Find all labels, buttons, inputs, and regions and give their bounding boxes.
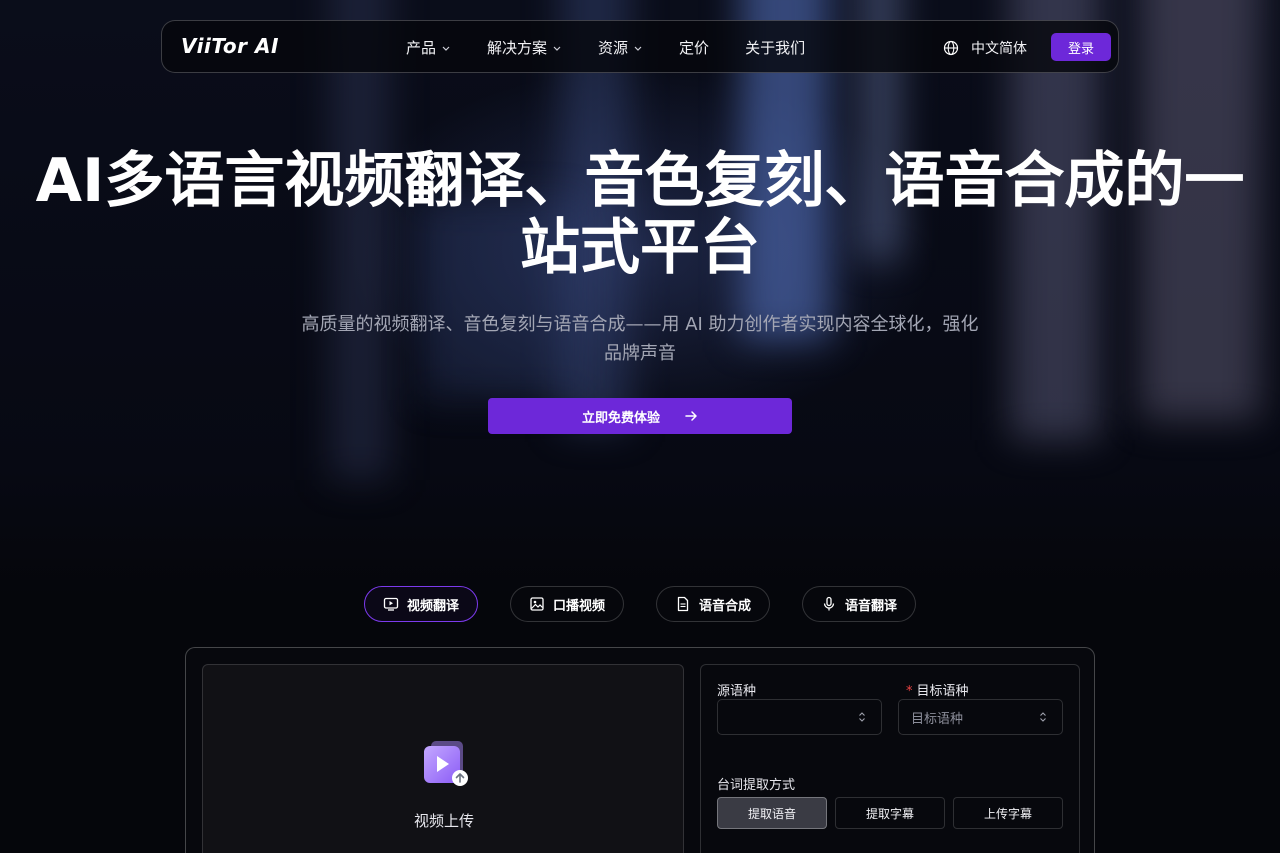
language-label: 中文简体 xyxy=(971,41,1027,57)
arrow-right-icon xyxy=(685,411,697,421)
free-trial-button[interactable]: 立即免费体验 xyxy=(488,398,792,434)
menu-item-label: 资源 xyxy=(598,39,629,57)
target-language-label: * 目标语种 xyxy=(906,680,969,699)
document-icon xyxy=(677,596,689,612)
tool-panel: 视频上传 源语种 * 目标语种 目标语种 台词提取方式 提取语音 提取字幕 上传字… xyxy=(185,647,1095,853)
tab-label: 语音合成 xyxy=(698,598,751,614)
menu-item-products[interactable]: 产品 xyxy=(406,37,451,58)
main-menu: 产品 解决方案 资源 定价 关于我们 xyxy=(406,21,841,74)
tab-label: 口播视频 xyxy=(552,598,605,614)
menu-item-label: 定价 xyxy=(679,39,710,57)
extract-subtitles-button[interactable]: 提取字幕 xyxy=(835,797,945,829)
source-language-label: 源语种 xyxy=(717,684,757,699)
tab-speech-synthesis[interactable]: 语音合成 xyxy=(656,586,770,622)
extract-audio-button[interactable]: 提取语音 xyxy=(717,797,827,829)
upload-subtitles-button[interactable]: 上传字幕 xyxy=(953,797,1063,829)
free-trial-label: 立即免费体验 xyxy=(581,410,660,426)
chevron-down-icon xyxy=(553,46,561,51)
menu-item-pricing[interactable]: 定价 xyxy=(679,37,709,58)
login-button[interactable]: 登录 xyxy=(1051,33,1111,61)
source-language-select[interactable] xyxy=(717,699,882,735)
microphone-icon xyxy=(823,596,835,611)
menu-item-label: 产品 xyxy=(406,39,437,57)
globe-icon xyxy=(943,40,959,56)
tab-speech-translation[interactable]: 语音翻译 xyxy=(802,586,916,622)
tab-label: 语音翻译 xyxy=(844,598,897,614)
menu-item-label: 解决方案 xyxy=(487,39,548,57)
chevron-updown-icon xyxy=(859,712,865,722)
upload-label: 视频上传 xyxy=(413,812,474,830)
menu-item-label: 关于我们 xyxy=(745,39,806,57)
video-play-icon xyxy=(383,597,399,611)
tab-talking-video[interactable]: 口播视频 xyxy=(510,586,624,622)
target-language-select[interactable]: 目标语种 xyxy=(898,699,1063,735)
hero-title: AI多语言视频翻译、音色复刻、语音合成的一站式平台 xyxy=(35,146,1245,283)
tab-video-translation[interactable]: 视频翻译 xyxy=(364,586,478,622)
required-marker: * xyxy=(906,684,913,699)
target-language-label-text: 目标语种 xyxy=(916,684,969,699)
image-icon xyxy=(530,597,544,611)
menu-item-resources[interactable]: 资源 xyxy=(598,37,643,58)
language-selector[interactable]: 中文简体 xyxy=(943,38,1027,58)
extraction-method-label: 台词提取方式 xyxy=(717,778,796,793)
hero-subtitle: 高质量的视频翻译、音色复刻与语音合成——用 AI 助力创作者实现内容全球化，强化… xyxy=(301,314,979,364)
target-language-placeholder: 目标语种 xyxy=(911,711,964,727)
menu-item-about[interactable]: 关于我们 xyxy=(745,37,805,58)
video-upload-icon xyxy=(424,741,468,786)
top-navbar: ViiTor AI 产品 解决方案 资源 定价 关于我们 中文简体 登录 xyxy=(161,20,1119,73)
menu-item-solutions[interactable]: 解决方案 xyxy=(487,37,562,58)
chevron-down-icon xyxy=(442,46,450,51)
video-upload-area[interactable]: 视频上传 xyxy=(202,664,684,853)
translation-settings: 源语种 * 目标语种 目标语种 台词提取方式 提取语音 提取字幕 上传字幕 xyxy=(700,664,1080,853)
chevron-updown-icon xyxy=(1040,712,1046,722)
logo[interactable]: ViiTor AI xyxy=(181,34,279,58)
tab-label: 视频翻译 xyxy=(406,598,459,614)
chevron-down-icon xyxy=(634,46,642,51)
